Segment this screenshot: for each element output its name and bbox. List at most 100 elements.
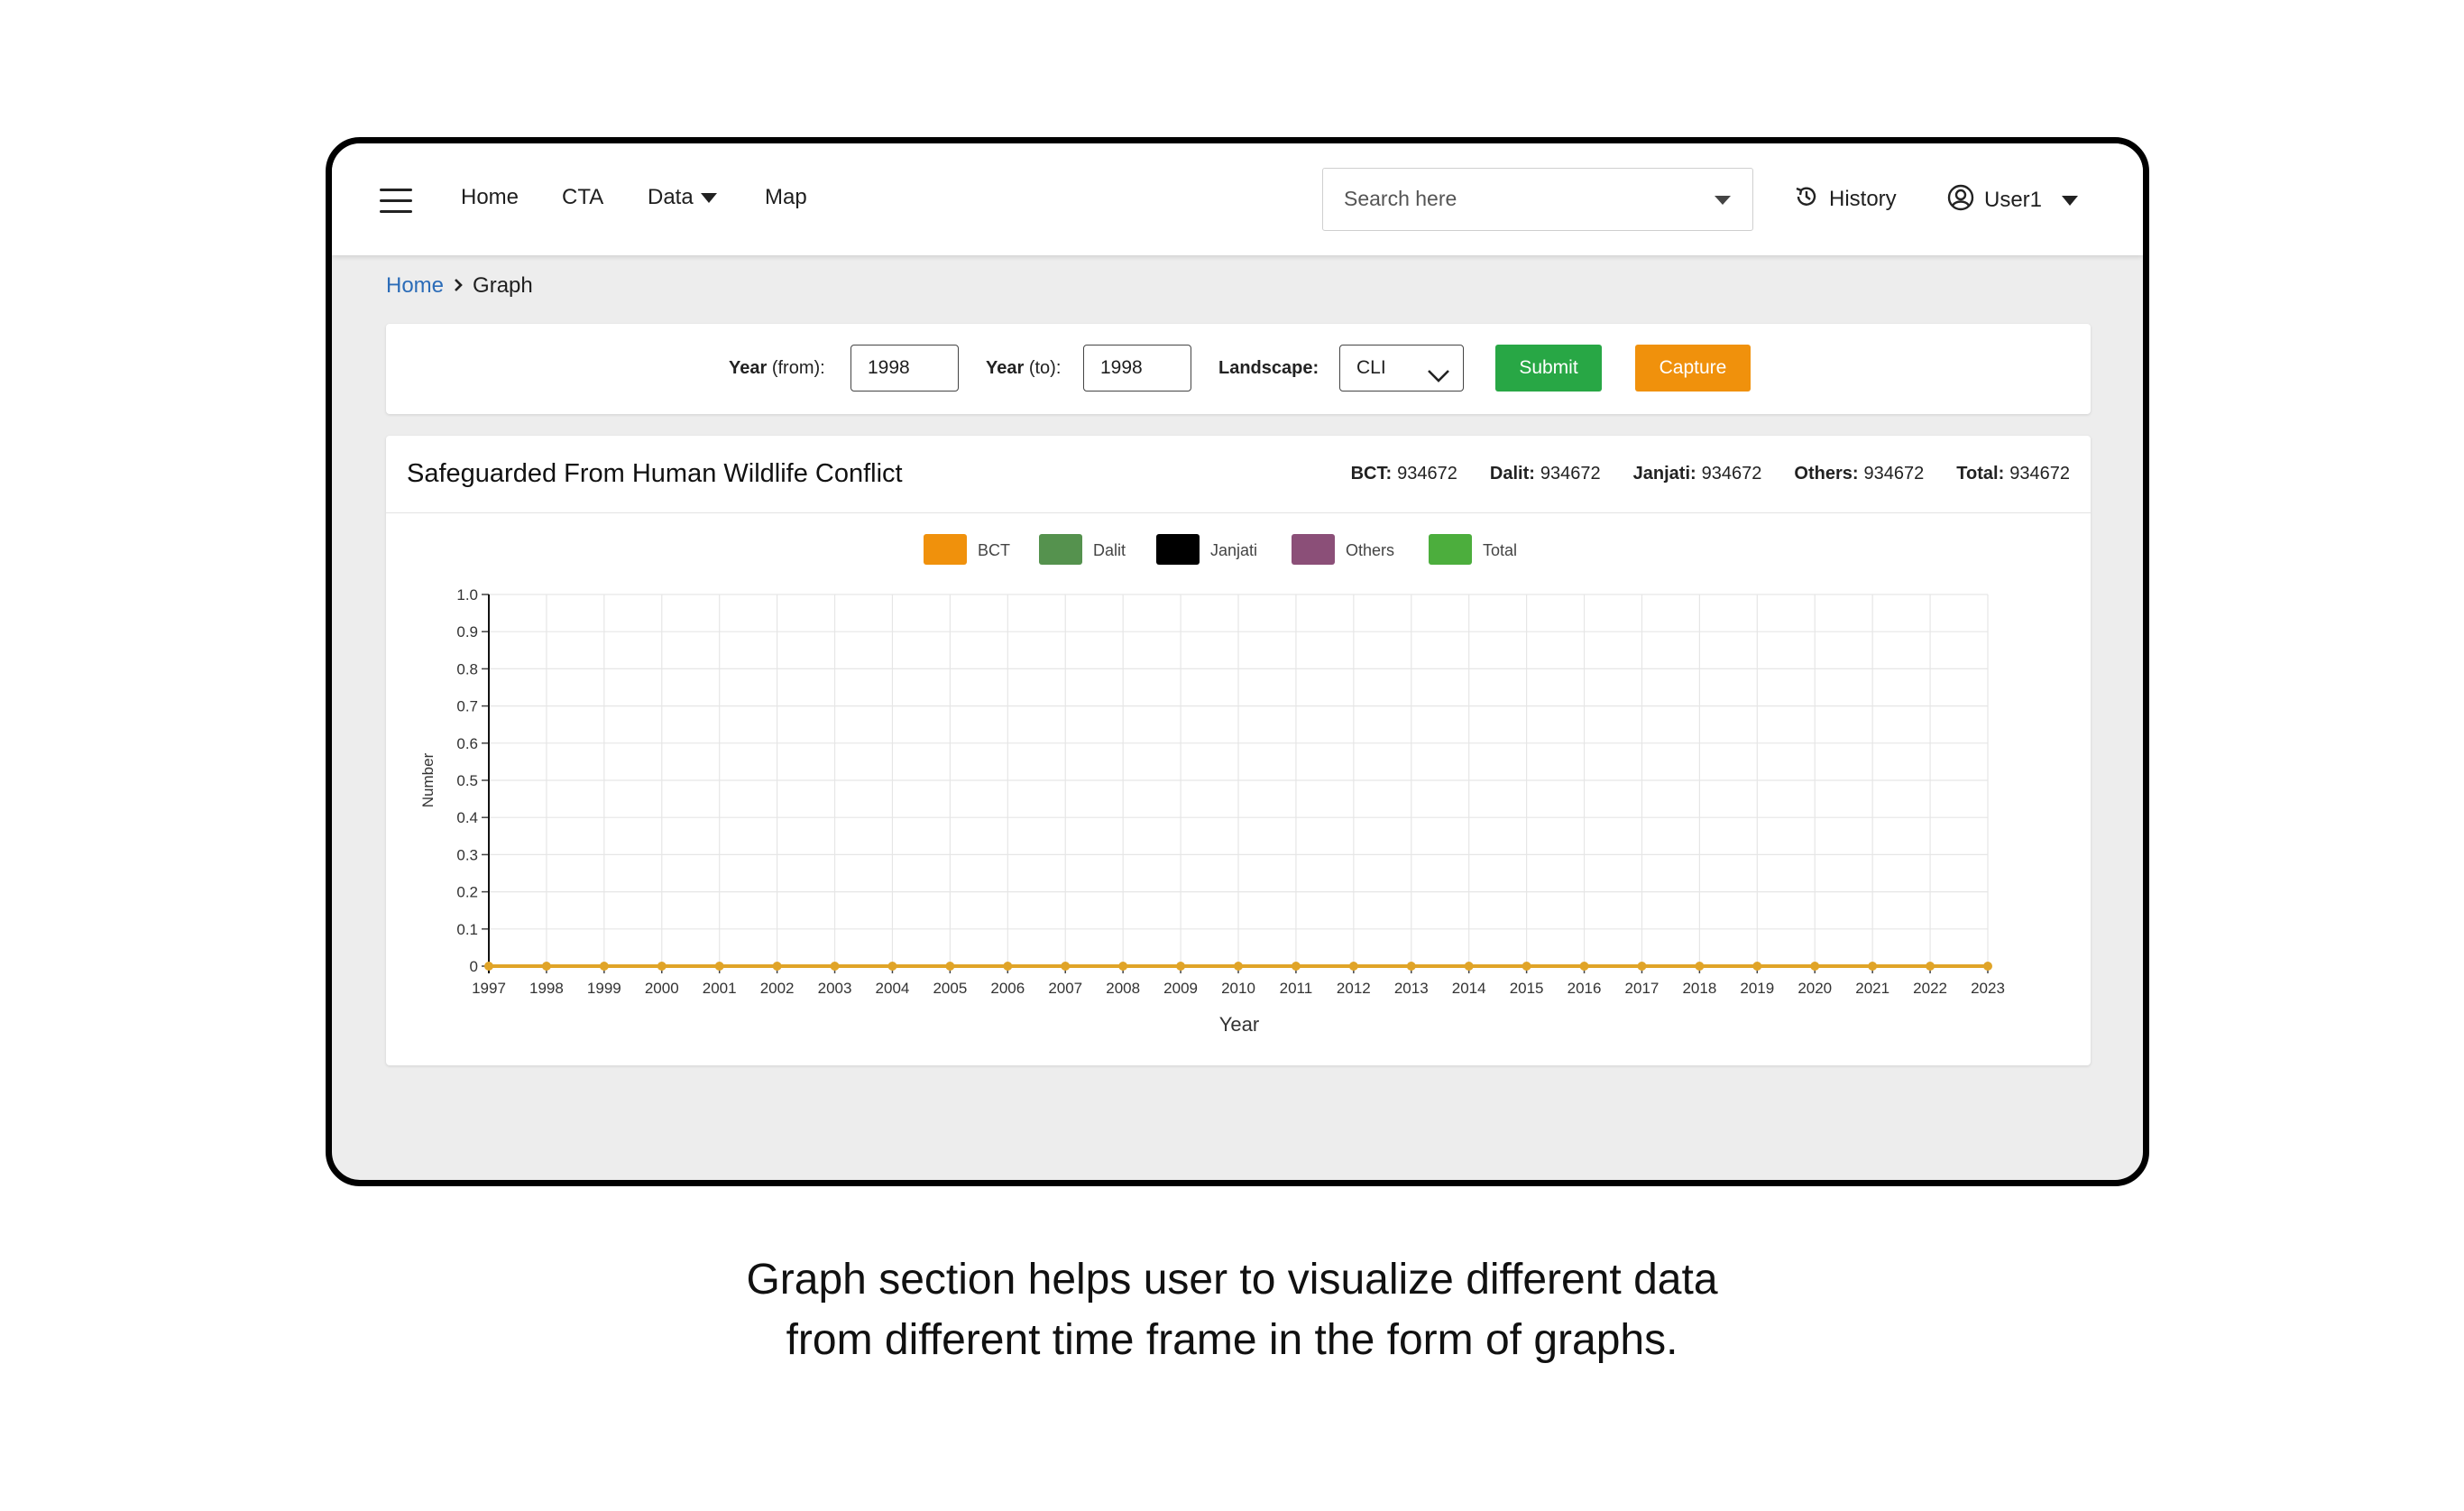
- y-tick-label: 0: [470, 958, 478, 975]
- data-point: [1003, 962, 1013, 971]
- capture-button[interactable]: Capture: [1635, 345, 1751, 392]
- year-to-input[interactable]: 1998: [1083, 345, 1191, 392]
- data-point: [772, 962, 782, 971]
- data-point: [945, 962, 955, 971]
- data-point: [599, 962, 609, 971]
- landscape-select[interactable]: CLI: [1339, 345, 1464, 392]
- data-point: [1752, 962, 1762, 971]
- y-tick-label: 0.5: [456, 772, 478, 789]
- x-tick-label: 2011: [1280, 980, 1313, 997]
- x-tick-label: 2013: [1394, 980, 1429, 997]
- chevron-down-icon: [1427, 356, 1450, 401]
- breadcrumb-current: Graph: [473, 273, 533, 298]
- legend-swatch-total: [1429, 534, 1472, 565]
- chevron-right-icon: [453, 273, 464, 299]
- year-from-input[interactable]: 1998: [850, 345, 959, 392]
- landscape-label: Landscape:: [1218, 358, 1319, 378]
- legend-swatch-dalit: [1039, 534, 1082, 565]
- x-tick-label: 2005: [933, 980, 967, 997]
- chevron-down-icon: [2062, 196, 2079, 206]
- chart-title: Safeguarded From Human Wildlife Conflict: [407, 459, 903, 488]
- user-label: User1: [1984, 187, 2043, 212]
- y-axis-label: Number: [419, 752, 437, 807]
- data-point: [1291, 962, 1301, 971]
- nav-cta[interactable]: CTA: [562, 185, 603, 210]
- user-circle-icon: [1946, 183, 1975, 218]
- data-point: [541, 962, 551, 971]
- stat-janjati: Janjati: 934672: [1632, 464, 1762, 484]
- breadcrumb: Home Graph: [386, 273, 533, 299]
- year-from-label: Year (from):: [729, 358, 825, 378]
- x-tick-label: 2023: [1971, 980, 2005, 997]
- y-tick-label: 1.0: [456, 586, 478, 603]
- legend-swatch-janjati: [1156, 534, 1200, 565]
- y-tick-label: 0.8: [456, 660, 478, 677]
- legend-swatch-others: [1292, 534, 1335, 565]
- x-tick-label: 1998: [529, 980, 564, 997]
- stat-others: Others: 934672: [1794, 464, 1925, 484]
- x-tick-label: 2008: [1106, 980, 1140, 997]
- x-tick-label: 1997: [472, 980, 506, 997]
- nav-home[interactable]: Home: [461, 185, 519, 210]
- legend-label-janjati: Janjati: [1210, 541, 1257, 559]
- legend-label-bct: BCT: [978, 541, 1010, 559]
- device-frame: Home CTA Data Map Search here History Us…: [326, 137, 2149, 1186]
- search-input[interactable]: Search here: [1344, 187, 1457, 211]
- x-tick-label: 2006: [990, 980, 1025, 997]
- clock-history-icon: [1793, 183, 1820, 217]
- x-tick-label: 2012: [1337, 980, 1371, 997]
- chevron-down-icon: [1715, 196, 1731, 205]
- hamburger-icon[interactable]: [380, 189, 412, 214]
- breadcrumb-home[interactable]: Home: [386, 273, 444, 298]
- chart-card: Safeguarded From Human Wildlife Conflict…: [386, 436, 2091, 1065]
- history-button[interactable]: History: [1793, 183, 1897, 217]
- x-tick-label: 2014: [1452, 980, 1486, 997]
- caption-line-1: Graph section helps user to visualize di…: [746, 1256, 1718, 1304]
- legend-label-others: Others: [1346, 541, 1394, 559]
- x-tick-label: 2001: [703, 980, 737, 997]
- legend-swatch-bct: [924, 534, 967, 565]
- search-dropdown[interactable]: Search here: [1322, 168, 1753, 231]
- x-tick-label: 2020: [1797, 980, 1832, 997]
- stat-total: Total: 934672: [1956, 464, 2070, 484]
- y-tick-label: 0.7: [456, 698, 478, 715]
- x-tick-label: 2019: [1740, 980, 1774, 997]
- user-menu[interactable]: User1: [1946, 183, 2079, 218]
- history-label: History: [1829, 186, 1897, 211]
- data-point: [714, 962, 724, 971]
- x-tick-label: 2018: [1682, 980, 1716, 997]
- data-point: [1234, 962, 1243, 971]
- caption: Graph section helps user to visualize di…: [0, 1249, 2464, 1370]
- chevron-down-icon: [700, 193, 717, 204]
- x-tick-label: 2000: [645, 980, 679, 997]
- x-tick-label: 2004: [876, 980, 910, 997]
- x-tick-label: 2022: [1913, 980, 1947, 997]
- submit-button[interactable]: Submit: [1495, 345, 1602, 392]
- nav-data[interactable]: Data: [648, 185, 717, 210]
- data-point: [1464, 962, 1474, 971]
- x-tick-label: 2002: [760, 980, 795, 997]
- line-chart: BCT Dalit Janjati Others Total 0 0.1 0.2 0.3 0.4 0…: [419, 534, 2005, 1036]
- chart-header: Safeguarded From Human Wildlife Conflict…: [386, 436, 2091, 513]
- data-point: [1061, 962, 1071, 971]
- data-point: [1176, 962, 1186, 971]
- filter-bar: Year (from): 1998 Year (to): 1998 Landsc…: [386, 324, 2091, 414]
- x-tick-label: 2010: [1221, 980, 1255, 997]
- year-to-label: Year (to):: [986, 358, 1062, 378]
- data-point: [1695, 962, 1705, 971]
- nav-data-label: Data: [648, 185, 694, 209]
- data-point: [1348, 962, 1358, 971]
- data-point: [484, 962, 493, 971]
- y-tick-label: 0.6: [456, 735, 478, 752]
- top-navbar: Home CTA Data Map Search here History Us…: [332, 143, 2143, 255]
- caption-line-2: from different time frame in the form of…: [786, 1316, 1678, 1364]
- landscape-value: CLI: [1356, 357, 1386, 378]
- data-point: [1637, 962, 1647, 971]
- data-point: [830, 962, 840, 971]
- x-tick-label: 2007: [1048, 980, 1082, 997]
- y-tick-label: 0.9: [456, 623, 478, 640]
- data-point: [657, 962, 667, 971]
- x-tick-label: 2016: [1568, 980, 1602, 997]
- nav-map[interactable]: Map: [765, 185, 807, 210]
- data-point: [1926, 962, 1935, 971]
